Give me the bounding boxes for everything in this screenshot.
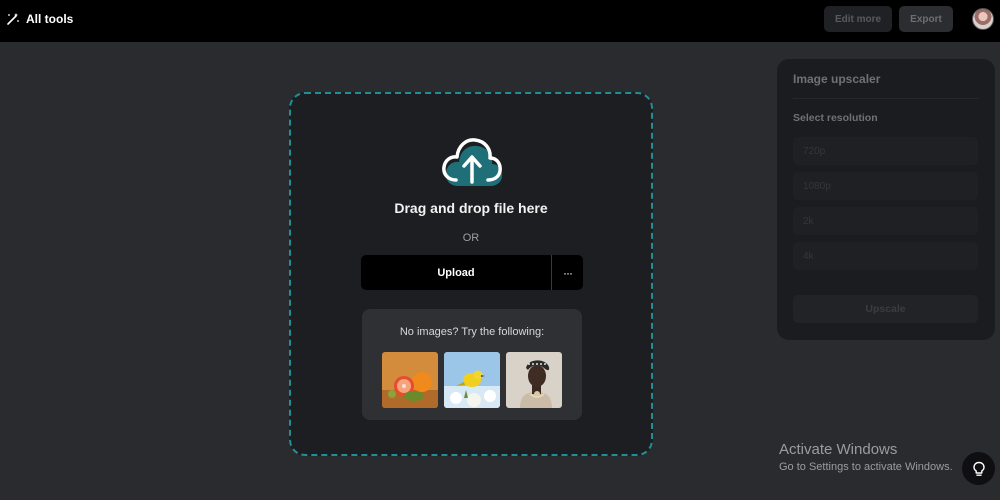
citrus-fruits-sample[interactable] <box>382 352 438 408</box>
cloud-upload-icon <box>442 138 503 186</box>
top-bar: All tools Edit more Export <box>0 0 1000 42</box>
all-tools-label: All tools <box>26 12 74 26</box>
panel-divider <box>793 98 979 99</box>
resolution-option-4k[interactable]: 4k <box>793 242 978 270</box>
select-resolution-label: Select resolution <box>793 112 878 124</box>
panel-heading: Image upscaler <box>793 72 881 86</box>
drag-drop-text: Drag and drop file here <box>394 200 548 216</box>
export-button[interactable]: Export <box>899 6 953 32</box>
woman-portrait-sample[interactable] <box>506 352 562 408</box>
lightbulb-icon <box>972 461 985 476</box>
upload-button[interactable]: Upload <box>361 255 552 290</box>
edit-more-button[interactable]: Edit more <box>824 6 892 32</box>
avatar[interactable] <box>972 8 994 30</box>
more-options-button[interactable]: ··· <box>552 255 583 290</box>
sample-images-card: No images? Try the following: <box>362 309 582 420</box>
image-upscaler-panel: Image upscaler Select resolution 720p 10… <box>777 59 995 340</box>
yellow-bird-sample[interactable] <box>444 352 500 408</box>
magic-wand-icon <box>7 13 19 25</box>
upload-button-group: Upload ··· <box>361 255 583 290</box>
all-tools-button[interactable]: All tools <box>6 10 73 28</box>
resolution-option-2k[interactable]: 2k <box>793 207 978 235</box>
activate-windows-title: Activate Windows <box>779 441 898 458</box>
resolution-option-720p[interactable]: 720p <box>793 137 978 165</box>
sample-images-title: No images? Try the following: <box>399 326 545 338</box>
activate-windows-subtitle: Go to Settings to activate Windows. <box>779 461 953 473</box>
or-separator: OR <box>462 232 480 244</box>
help-button[interactable] <box>962 452 995 485</box>
upscale-button[interactable]: Upscale <box>793 295 978 323</box>
upload-dropzone[interactable]: Drag and drop file here OR Upload ··· No… <box>289 92 653 456</box>
resolution-option-1080p[interactable]: 1080p <box>793 172 978 200</box>
